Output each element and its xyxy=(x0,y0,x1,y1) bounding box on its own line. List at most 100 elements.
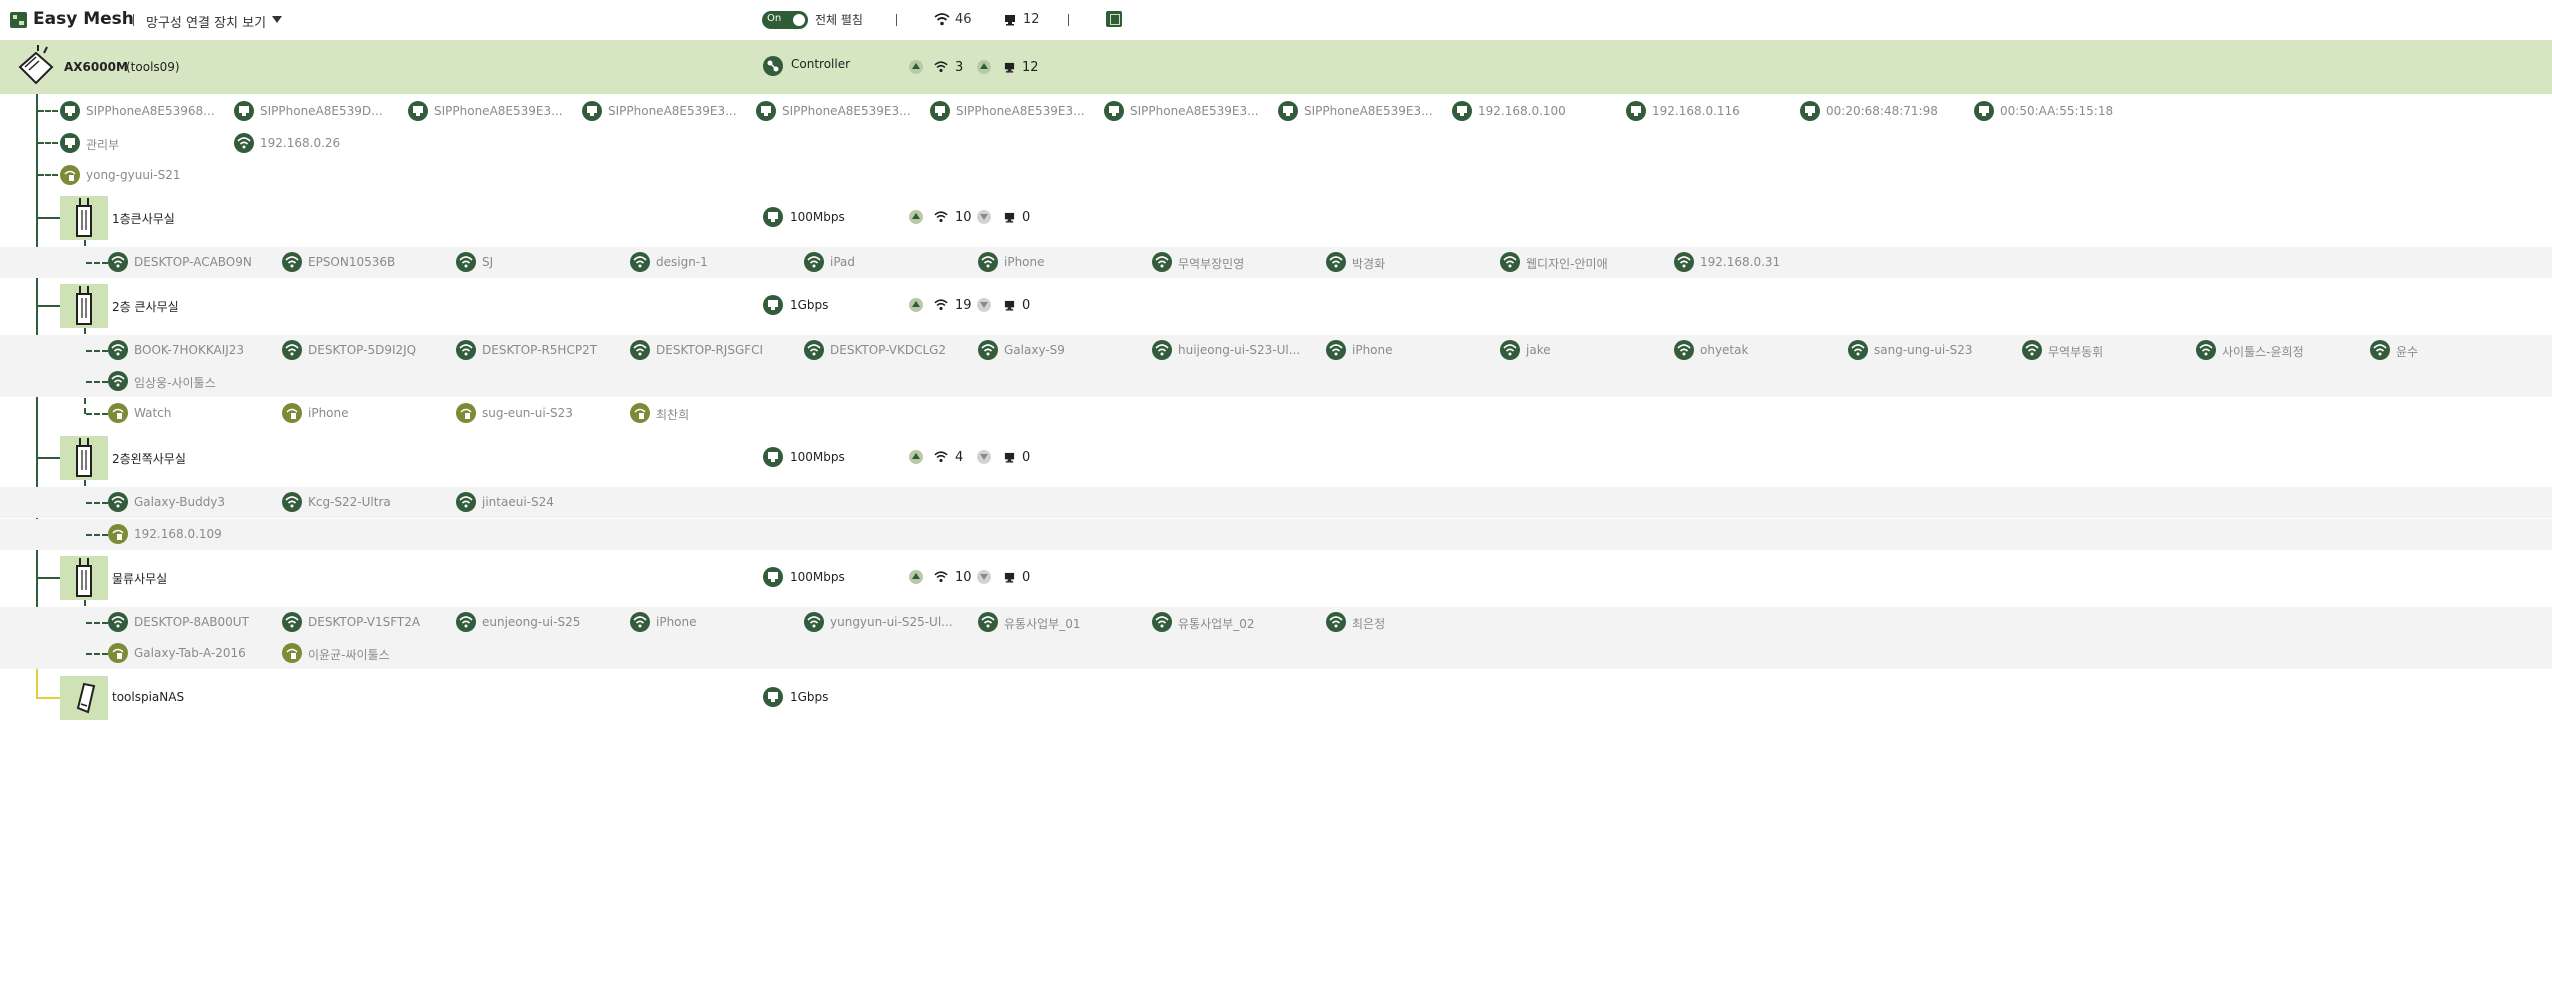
wifi-device-icon xyxy=(978,340,998,360)
mesh-node-row[interactable]: 1층큰사무실 100Mbps 10 0 xyxy=(0,194,2552,242)
device-label[interactable]: 192.168.0.116 xyxy=(1652,104,1740,118)
wifi-device-icon xyxy=(2196,340,2216,360)
wired-collapse-icon[interactable] xyxy=(977,210,991,224)
access-point-icon xyxy=(76,558,92,597)
device-label[interactable]: SIPPhoneA8E53968... xyxy=(86,104,215,118)
device-label[interactable]: EPSON10536B xyxy=(308,255,395,269)
wifi-device-icon xyxy=(234,133,254,153)
device-label[interactable]: DESKTOP-5D9I2JQ xyxy=(308,343,416,357)
view-menu-label[interactable]: 망구성 연결 장치 보기 xyxy=(146,12,266,31)
device-label[interactable]: Galaxy-Buddy3 xyxy=(134,495,225,509)
device-label[interactable]: DESKTOP-R5HCP2T xyxy=(482,343,597,357)
device-label[interactable]: 이윤균-싸이툴스 xyxy=(308,646,390,663)
device-label[interactable]: SIPPhoneA8E539E3... xyxy=(608,104,737,118)
wired-device-icon xyxy=(1004,572,1015,583)
device-label[interactable]: DESKTOP-VKDCLG2 xyxy=(830,343,946,357)
wifi-device-icon xyxy=(282,252,302,272)
device-label[interactable]: iPhone xyxy=(308,406,349,420)
device-label[interactable]: 192.168.0.100 xyxy=(1478,104,1566,118)
chevron-down-icon[interactable] xyxy=(272,16,282,23)
device-label[interactable]: SIPPhoneA8E539E3... xyxy=(1130,104,1259,118)
wired-device-icon xyxy=(582,101,602,121)
device-label[interactable]: 임상웅-사이툴스 xyxy=(134,374,216,391)
device-label[interactable]: yungyun-ui-S25-Ul... xyxy=(830,615,953,629)
device-label[interactable]: DESKTOP-8AB00UT xyxy=(134,615,249,629)
device-label[interactable]: SJ xyxy=(482,255,493,269)
controller-wifi-count: 3 xyxy=(955,60,964,75)
expand-all-toggle[interactable]: On xyxy=(762,11,808,29)
device-label[interactable]: sang-ung-ui-S23 xyxy=(1874,343,1972,357)
device-label[interactable]: 192.168.0.109 xyxy=(134,527,222,541)
nas-row[interactable]: toolspiaNAS 1Gbps xyxy=(0,675,2552,721)
device-label[interactable]: BOOK-7HOKKAIJ23 xyxy=(134,343,244,357)
device-label[interactable]: DESKTOP-ACABO9N xyxy=(134,255,252,269)
wifi-device-icon xyxy=(108,252,128,272)
wired-collapse-icon[interactable] xyxy=(977,570,991,584)
device-label[interactable]: 최은정 xyxy=(1352,615,1385,632)
mesh-node-row[interactable]: 2층 큰사무실 1Gbps 19 0 xyxy=(0,282,2552,330)
device-label[interactable]: eunjeong-ui-S25 xyxy=(482,615,580,629)
device-label[interactable]: SIPPhoneA8E539E3... xyxy=(956,104,1085,118)
device-label[interactable]: SIPPhoneA8E539D... xyxy=(260,104,383,118)
device-label[interactable]: iPhone xyxy=(1004,255,1045,269)
device-label[interactable]: 최찬희 xyxy=(656,406,689,423)
wired-collapse-icon[interactable] xyxy=(977,298,991,312)
wifi-icon xyxy=(934,299,948,311)
wifi-expand-icon[interactable] xyxy=(909,60,923,74)
device-label[interactable]: design-1 xyxy=(656,255,708,269)
device-label[interactable]: 유통사업부_01 xyxy=(1004,615,1080,632)
topology-map-icon[interactable] xyxy=(1106,11,1122,27)
device-label[interactable]: sug-eun-ui-S23 xyxy=(482,406,573,420)
device-label[interactable]: 웹디자인-안미애 xyxy=(1526,255,1608,272)
device-label[interactable]: Galaxy-Tab-A-2016 xyxy=(134,646,246,660)
device-label[interactable]: jake xyxy=(1526,343,1551,357)
device-label[interactable]: ohyetak xyxy=(1700,343,1748,357)
device-label[interactable]: 유통사업부_02 xyxy=(1178,615,1254,632)
device-label[interactable]: iPhone xyxy=(1352,343,1393,357)
device-label[interactable]: 00:20:68:48:71:98 xyxy=(1826,104,1938,118)
device-label[interactable]: Watch xyxy=(134,406,171,420)
device-label[interactable]: DESKTOP-V1SFT2A xyxy=(308,615,420,629)
device-label[interactable]: yong-gyuui-S21 xyxy=(86,168,180,182)
device-label[interactable]: 사이툴스-윤희정 xyxy=(2222,343,2304,360)
expand-all-label: 전체 펼침 xyxy=(815,13,863,27)
device-label[interactable]: SIPPhoneA8E539E3... xyxy=(1304,104,1433,118)
mobile-device-icon xyxy=(108,524,128,544)
mobile-device-icon xyxy=(108,403,128,423)
device-label[interactable]: 192.168.0.31 xyxy=(1700,255,1780,269)
device-label[interactable]: iPad xyxy=(830,255,855,269)
device-label[interactable]: 192.168.0.26 xyxy=(260,136,340,150)
wifi-device-icon xyxy=(456,492,476,512)
node-name: 1층큰사무실 xyxy=(112,212,175,226)
node-connector-line xyxy=(36,577,60,579)
wired-expand-icon[interactable] xyxy=(977,60,991,74)
device-label[interactable]: 무역부장민영 xyxy=(1178,255,1244,272)
device-label[interactable]: 박경화 xyxy=(1352,255,1385,272)
node-wired-count: 0 xyxy=(1022,570,1031,585)
device-label[interactable]: jintaeui-S24 xyxy=(482,495,554,509)
device-label[interactable]: 윤수 xyxy=(2396,343,2418,360)
wifi-expand-icon[interactable] xyxy=(909,210,923,224)
device-label[interactable]: DESKTOP-RJSGFCI xyxy=(656,343,763,357)
wifi-expand-icon[interactable] xyxy=(909,450,923,464)
wired-collapse-icon[interactable] xyxy=(977,450,991,464)
device-label[interactable]: Kcg-S22-Ultra xyxy=(308,495,391,509)
mesh-node-row[interactable]: 물류사무실 100Mbps 10 0 xyxy=(0,554,2552,602)
device-label[interactable]: 관리부 xyxy=(86,136,119,153)
wifi-expand-icon[interactable] xyxy=(909,298,923,312)
wifi-expand-icon[interactable] xyxy=(909,570,923,584)
wired-uplink-icon xyxy=(763,567,783,587)
device-label[interactable]: SIPPhoneA8E539E3... xyxy=(782,104,911,118)
wifi-device-icon xyxy=(1152,252,1172,272)
controller-row[interactable]: AX6000M (tools09) Controller 3 12 xyxy=(0,40,2552,94)
device-label[interactable]: 무역부동휘 xyxy=(2048,343,2103,360)
wifi-device-icon xyxy=(2022,340,2042,360)
device-label[interactable]: Galaxy-S9 xyxy=(1004,343,1065,357)
mesh-node-row[interactable]: 2층왼쪽사무실 100Mbps 4 0 xyxy=(0,434,2552,482)
device-label[interactable]: iPhone xyxy=(656,615,697,629)
wifi-device-icon xyxy=(978,612,998,632)
device-label[interactable]: 00:50:AA:55:15:18 xyxy=(2000,104,2113,118)
device-label[interactable]: huijeong-ui-S23-Ul... xyxy=(1178,343,1300,357)
device-label[interactable]: SIPPhoneA8E539E3... xyxy=(434,104,563,118)
node-speed: 1Gbps xyxy=(790,298,829,312)
